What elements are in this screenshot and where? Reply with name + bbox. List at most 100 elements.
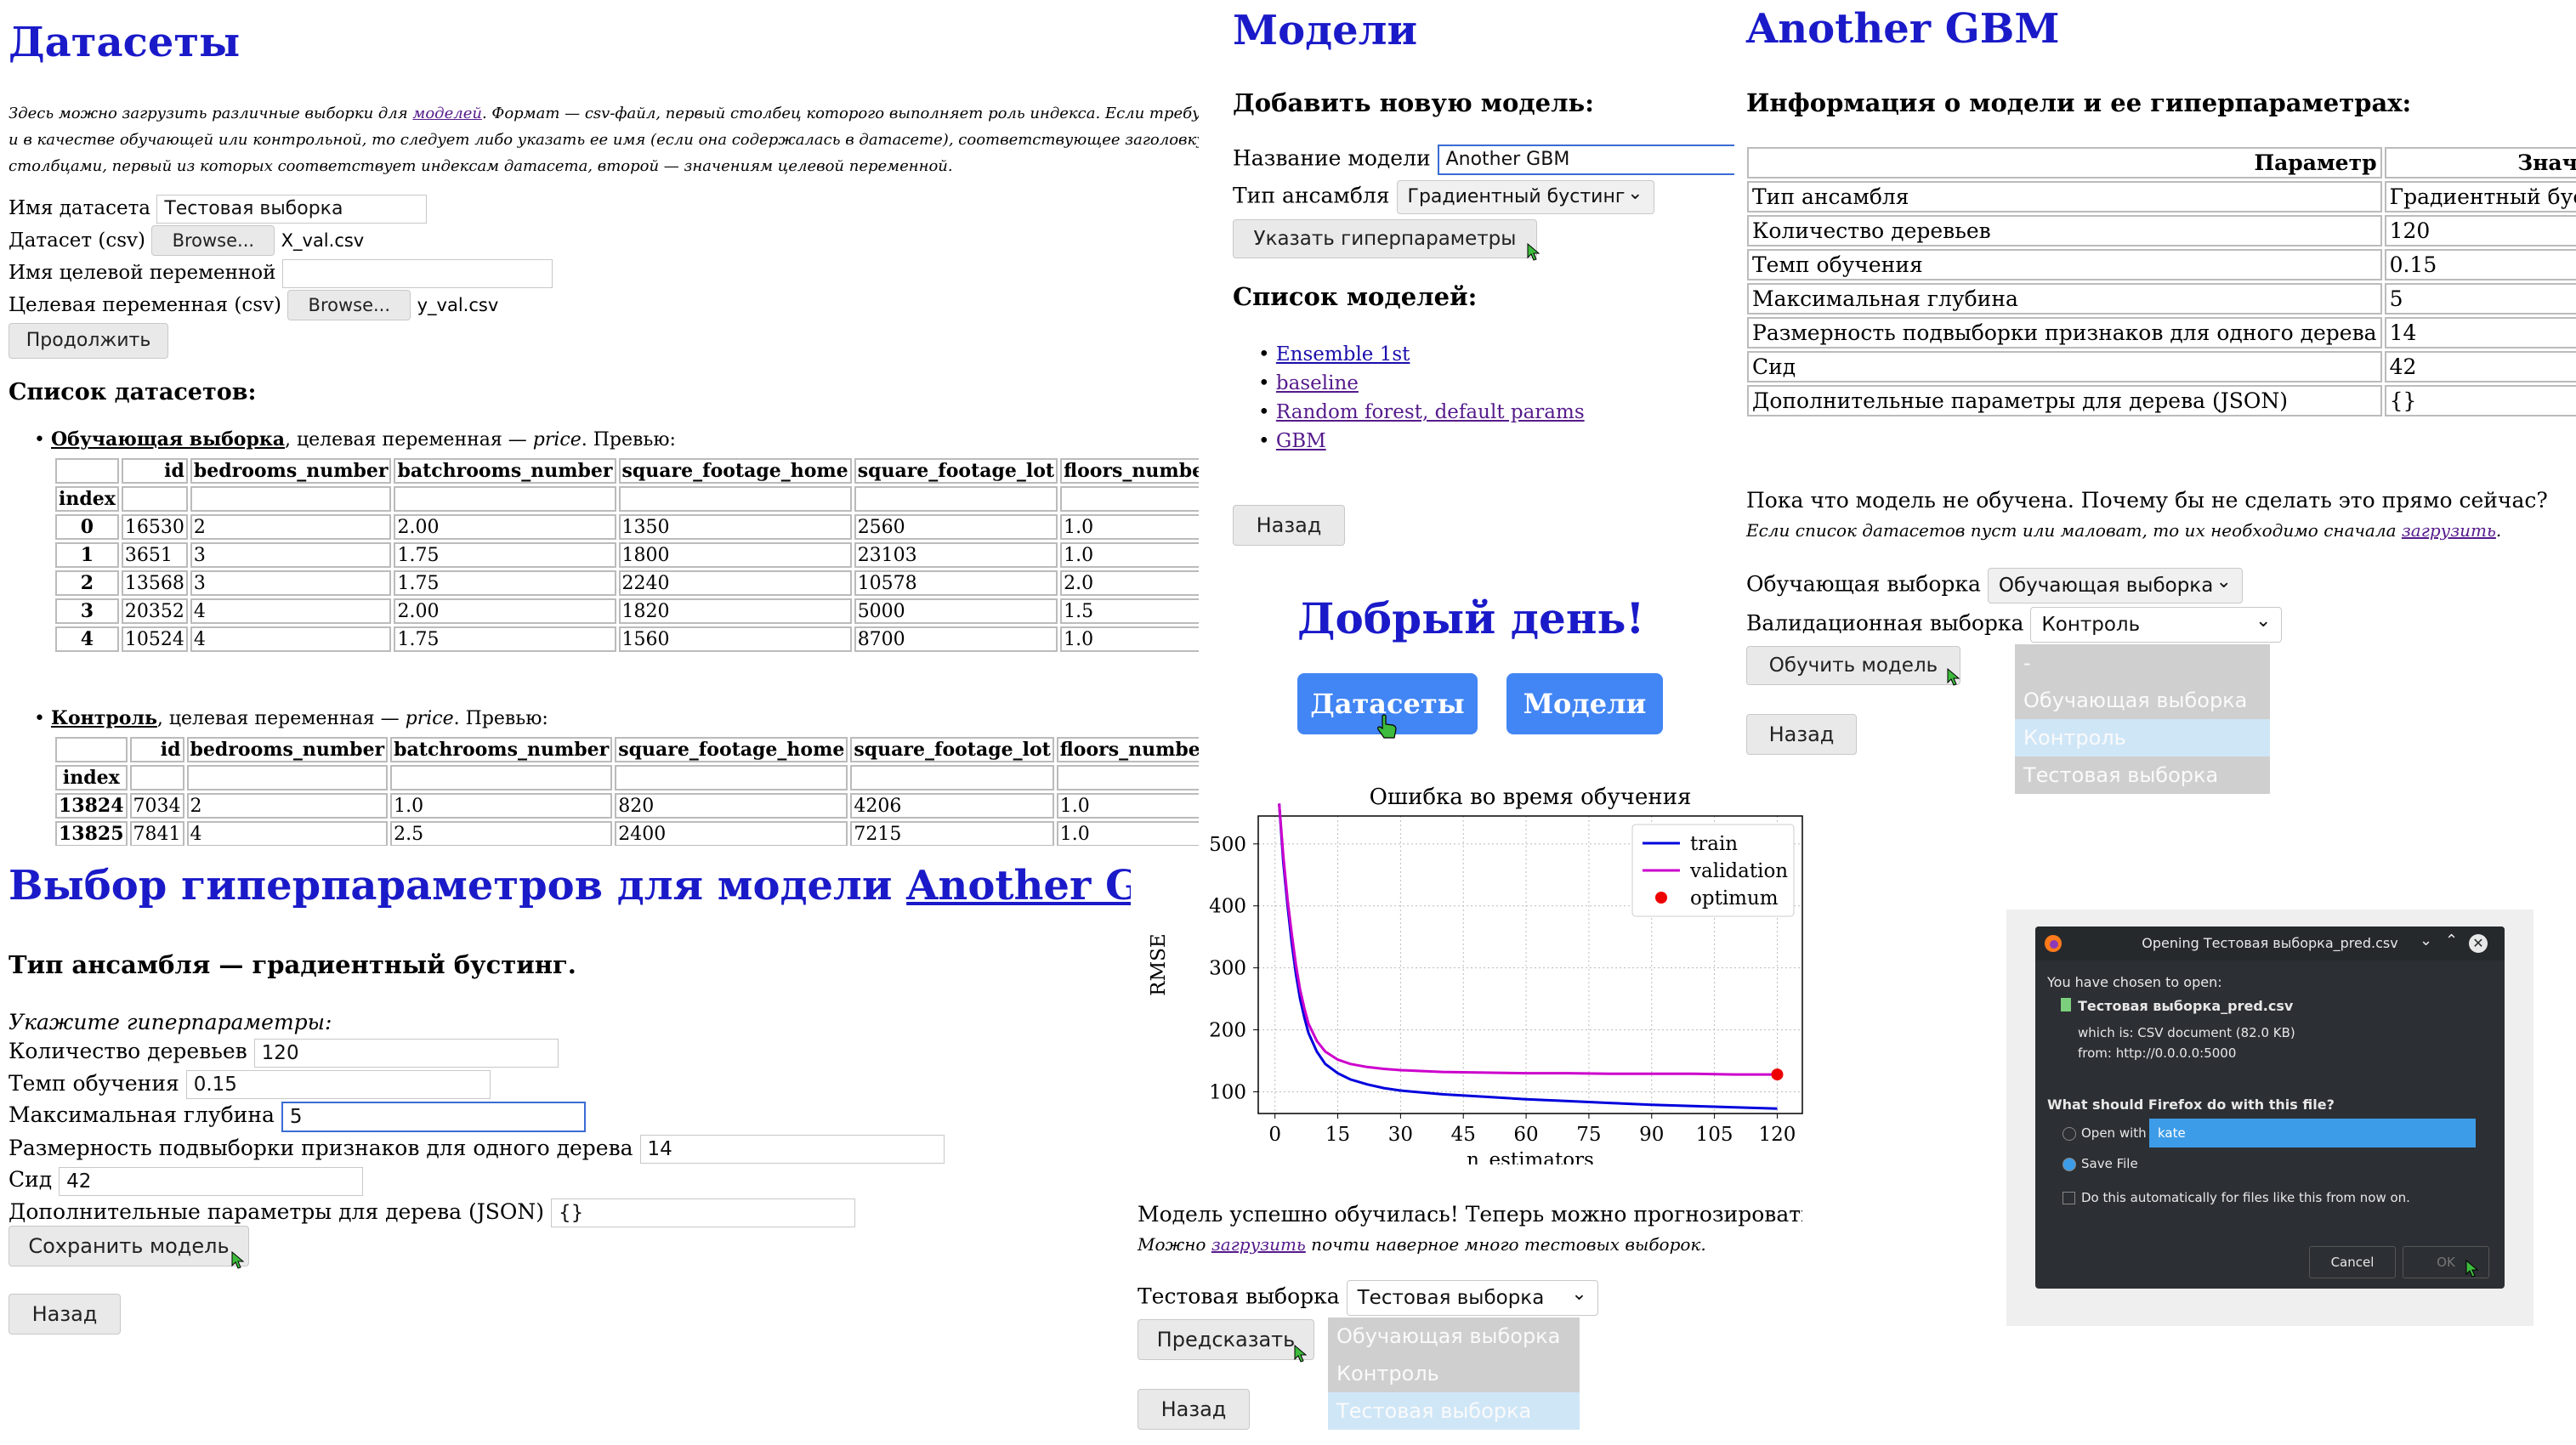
browse-dataset-button[interactable]: Browse... — [151, 225, 275, 256]
list-item: • Ensemble 1st — [1258, 343, 1410, 366]
table-row: Сид 42 — [1747, 351, 2576, 382]
model-link[interactable]: GBM — [1276, 430, 1326, 452]
val-select-row: Валидационная выборка Контроль — [1746, 604, 2283, 643]
legend-label: optimum — [1690, 887, 1779, 910]
csv-file-icon — [2061, 998, 2071, 1012]
upload-link[interactable]: загрузить — [1211, 1234, 1306, 1255]
model-link[interactable]: baseline — [1276, 372, 1359, 394]
ensemble-type-row: Тип ансамбля Градиентный бустинг — [1233, 178, 1654, 214]
dropdown-option[interactable]: Контроль — [2015, 719, 2270, 756]
dropdown-option[interactable]: Тестовая выборка — [1328, 1392, 1580, 1430]
hint-text: почти наверное много тестовых выборок. — [1305, 1234, 1706, 1255]
test-label: Тестовая выборка — [1138, 1284, 1340, 1309]
tree-params-json-input[interactable]: {} — [551, 1198, 855, 1227]
table-cell: 1560 — [618, 626, 852, 652]
value-cell: 120 — [2384, 215, 2576, 246]
dataset-label: Датасет (csv) — [9, 230, 145, 252]
table-header-cell — [55, 737, 128, 762]
dataset-name[interactable]: Контроль — [51, 707, 157, 729]
preview-table: id bedrooms_number batchrooms_number squ… — [53, 734, 1199, 846]
back-button[interactable]: Назад — [1138, 1389, 1250, 1430]
hint-text: Если список датасетов пуст или маловат, … — [1746, 520, 2402, 541]
chosen-text: You have chosen to open: — [2047, 974, 2222, 990]
list-item: • Контроль, целевая переменная — price. … — [34, 707, 548, 729]
set-hyperparams-button[interactable]: Указать гиперпараметры — [1233, 219, 1537, 258]
dropdown-option[interactable]: - — [2015, 644, 2270, 682]
dataset-name-input[interactable]: Тестовая выборка — [156, 195, 428, 224]
table-header-cell: square_footage_home — [615, 737, 848, 762]
save-file-radio[interactable] — [2063, 1158, 2076, 1171]
table-cell: 1800 — [618, 542, 852, 568]
browse-target-button[interactable]: Browse... — [287, 290, 411, 320]
table-cell: 2.0 — [1060, 570, 1199, 596]
table-row: Дополнительные параметры для дерева (JSO… — [1747, 385, 2576, 416]
dropdown-option[interactable]: Контроль — [1328, 1355, 1580, 1392]
save-model-button[interactable]: Сохранить модель — [9, 1226, 249, 1266]
model-link[interactable]: Ensemble 1st — [1276, 343, 1410, 366]
legend-label: train — [1690, 833, 1738, 855]
test-dataset-select[interactable]: Тестовая выборка — [1346, 1278, 1598, 1316]
continue-button[interactable]: Продолжить — [9, 323, 168, 359]
ensemble-type-line: Тип ансамбля — градиентный бустинг. — [9, 950, 576, 979]
param-cell: Размерность подвыборки признаков для одн… — [1747, 317, 2382, 348]
list-item: • baseline — [1258, 372, 1359, 394]
param-cell: Темп обучения — [1747, 249, 2382, 280]
model-link[interactable]: Another GBM — [906, 862, 1131, 910]
learning-rate-input[interactable]: 0.15 — [185, 1070, 491, 1099]
expand-icon[interactable]: ⌃ — [2445, 932, 2458, 949]
upload-link[interactable]: загрузить — [2402, 520, 2496, 541]
train-dataset-select[interactable]: Обучающая выборка — [1987, 565, 2243, 604]
back-button[interactable]: Назад — [1233, 505, 1345, 546]
index-header: index — [55, 486, 119, 512]
models-link[interactable]: моделей — [412, 105, 482, 122]
row-index: 4 — [55, 626, 119, 652]
y-tick-label: 500 — [1209, 834, 1246, 856]
dropdown-option[interactable]: Обучающая выборка — [1328, 1318, 1580, 1355]
table-row: Максимальная глубина 5 — [1747, 283, 2576, 314]
param-cell: Дополнительные параметры для дерева (JSO… — [1747, 385, 2382, 416]
n-trees-input[interactable]: 120 — [253, 1038, 559, 1068]
model-name-input[interactable]: Another GBM — [1437, 144, 1734, 175]
dataset-file-name: X_val.csv — [281, 230, 365, 251]
ensemble-type-select[interactable]: Градиентный бустинг — [1396, 178, 1654, 214]
field-label: Максимальная глубина — [9, 1102, 275, 1127]
auto-checkbox[interactable] — [2063, 1192, 2075, 1204]
feature-subsample-input[interactable]: 14 — [639, 1135, 945, 1164]
table-cell: 2.5 — [390, 821, 613, 846]
prompt-text: Укажите гиперпараметры: — [9, 1010, 332, 1034]
value-cell: 42 — [2384, 351, 2576, 382]
open-with-radio[interactable] — [2063, 1127, 2076, 1141]
close-icon[interactable]: ✕ — [2469, 934, 2488, 953]
predict-panel: Модель успешно обучилась! Теперь можно п… — [1131, 1190, 1802, 1445]
predict-button[interactable]: Предсказать — [1138, 1319, 1314, 1360]
dropdown-option[interactable]: Обучающая выборка — [2015, 682, 2270, 719]
add-model-title: Добавить новую модель: — [1233, 88, 1594, 117]
table-cell: 1.0 — [1060, 626, 1199, 652]
desc-text: Здесь можно загрузить различные выборки … — [9, 105, 413, 122]
open-with-select[interactable]: kate — [2149, 1119, 2476, 1148]
cancel-button[interactable]: Cancel — [2309, 1246, 2396, 1278]
table-cell: 2 — [190, 514, 392, 540]
y-tick-label: 200 — [1209, 1020, 1246, 1042]
collapse-icon[interactable]: ⌄ — [2420, 932, 2432, 949]
model-link[interactable]: Random forest, default params — [1276, 401, 1585, 423]
models-button[interactable]: Модели — [1506, 673, 1663, 734]
value-header: Значение — [2384, 147, 2576, 178]
back-button[interactable]: Назад — [9, 1294, 121, 1334]
target-name-input[interactable] — [281, 259, 553, 288]
val-dataset-select[interactable]: Контроль — [2030, 604, 2283, 643]
table-cell: 7034 — [129, 793, 184, 819]
mouse-cursor-icon — [1947, 668, 1960, 686]
table-cell: 3 — [190, 570, 392, 596]
seed-input[interactable]: 42 — [59, 1166, 364, 1196]
param-cell: Максимальная глубина — [1747, 283, 2382, 314]
train-model-button[interactable]: Обучить модель — [1746, 646, 1960, 685]
table-header-cell: bedrooms_number — [186, 737, 389, 762]
back-button[interactable]: Назад — [1746, 714, 1857, 755]
table-cell: 2.00 — [394, 514, 616, 540]
table-row: 13825784142.5240072151.00 — [55, 821, 1199, 846]
field-label: Темп обучения — [9, 1070, 179, 1096]
dataset-name[interactable]: Обучающая выборка — [51, 428, 285, 450]
max-depth-input[interactable]: 5 — [281, 1101, 586, 1132]
dropdown-option[interactable]: Тестовая выборка — [2015, 756, 2270, 794]
